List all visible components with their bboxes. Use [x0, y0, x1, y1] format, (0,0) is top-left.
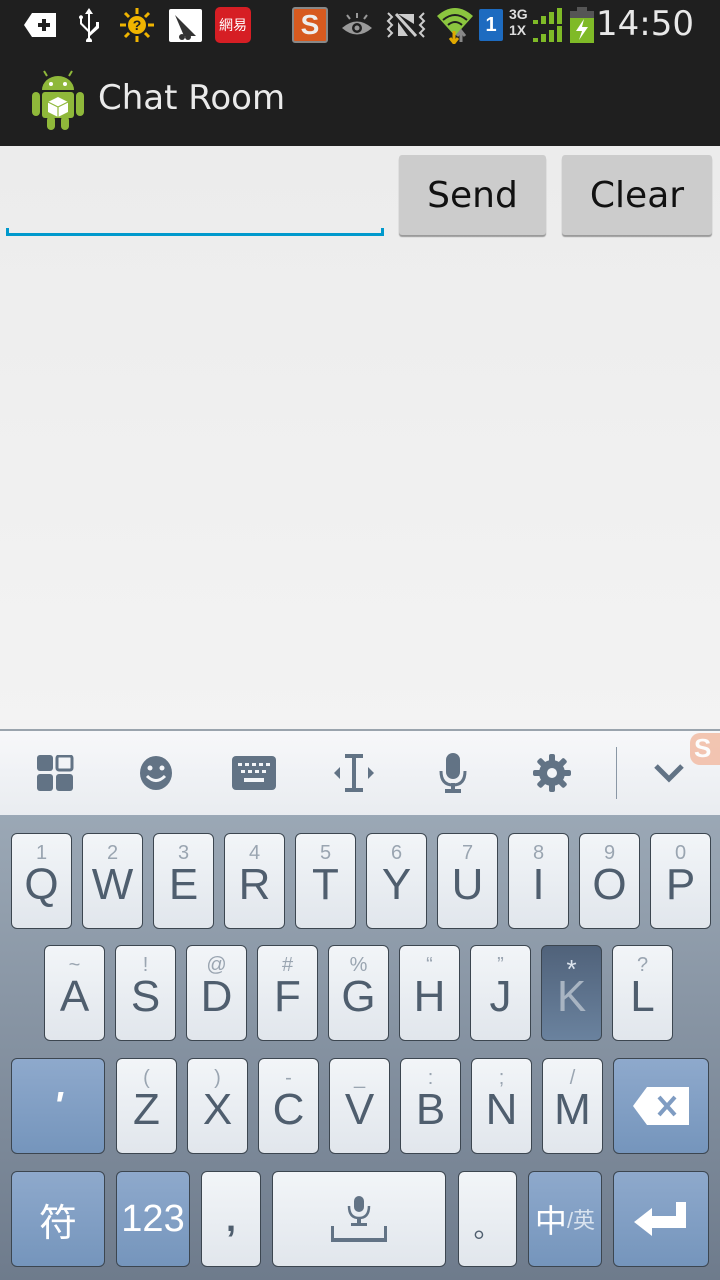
brightness-question-icon: ?: [120, 8, 154, 42]
chat-content: Send Clear: [0, 146, 720, 730]
app-title: Chat Room: [98, 78, 286, 118]
wifi-icon: [437, 8, 473, 44]
clear-button[interactable]: Clear: [562, 155, 712, 235]
symbols-key[interactable]: 符: [11, 1171, 105, 1267]
key-primary-label: S: [130, 972, 161, 1021]
key-q[interactable]: 1Q: [11, 833, 72, 929]
key-primary-label: Q: [24, 860, 59, 909]
key-s[interactable]: ! S: [115, 945, 176, 1041]
key-r[interactable]: 4R: [224, 833, 285, 929]
backspace-icon: [633, 1087, 689, 1125]
android-app-icon: [30, 66, 86, 130]
key-primary-label: U: [451, 860, 484, 909]
key-m[interactable]: / M: [542, 1058, 603, 1154]
battery-charging-icon: [570, 7, 594, 43]
key-y[interactable]: 6Y: [366, 833, 427, 929]
key-primary-label: O: [592, 860, 627, 909]
key-k[interactable]: * K: [541, 945, 602, 1041]
enter-key[interactable]: [613, 1171, 709, 1267]
space-voice-key[interactable]: [272, 1171, 446, 1267]
action-bar: Chat Room: [0, 50, 720, 146]
message-input[interactable]: [8, 156, 384, 236]
key-i[interactable]: 8I: [508, 833, 569, 929]
status-bar: ? 網易 S 1 3G 1X 14:50: [0, 0, 720, 50]
toolbar-divider: [616, 747, 617, 799]
key-z[interactable]: (Z: [116, 1058, 177, 1154]
key-b[interactable]: :B: [400, 1058, 461, 1154]
key-primary-label: B: [415, 1085, 446, 1134]
key-primary-label: E: [168, 860, 199, 909]
space-microphone-icon: [331, 1196, 387, 1242]
key-primary-label: G: [341, 972, 376, 1021]
key-primary-label: I: [532, 860, 545, 909]
settings-gear-icon[interactable]: [528, 751, 576, 795]
signal-3g-1x-icon: 3G 1X: [509, 6, 565, 42]
vibrate-mute-icon: [386, 8, 426, 42]
key-c[interactable]: -C: [258, 1058, 319, 1154]
emoji-icon[interactable]: [132, 751, 180, 795]
sogou-floating-logo: S: [690, 733, 720, 765]
key-primary-label: K: [556, 972, 587, 1021]
key-primary-label: X: [202, 1085, 233, 1134]
key-primary-label: C: [272, 1085, 305, 1134]
key-primary-label: Z: [133, 1085, 160, 1134]
key-primary-label: W: [91, 860, 134, 909]
key-w[interactable]: 2W: [82, 833, 143, 929]
key-d[interactable]: @ D: [186, 945, 247, 1041]
key-a[interactable]: ~ A: [44, 945, 105, 1041]
key-l[interactable]: ? L: [612, 945, 673, 1041]
collapse-chevron-icon[interactable]: [645, 751, 693, 795]
key-primary-label: D: [200, 972, 233, 1021]
key-e[interactable]: 3E: [153, 833, 214, 929]
soft-keyboard: S 1Q2W3E4R5T6Y7U8I9O0P ~ A! S @ D # F% G “H” J * K?…: [0, 729, 720, 1280]
key-primary-label: P: [665, 860, 696, 909]
key-primary-label: A: [59, 972, 90, 1021]
key-v[interactable]: _ V: [329, 1058, 390, 1154]
sogou-input-icon: S: [292, 7, 328, 43]
netease-app-icon: 網易: [215, 7, 251, 43]
keyboard-icon[interactable]: [230, 751, 278, 795]
key-p[interactable]: 0P: [650, 833, 711, 929]
period-key[interactable]: 。: [458, 1171, 517, 1267]
key-j[interactable]: ” J: [470, 945, 531, 1041]
key-primary-label: J: [489, 972, 512, 1021]
comma-key[interactable]: ,: [201, 1171, 261, 1267]
key-g[interactable]: % G: [328, 945, 389, 1041]
svg-text:?: ?: [133, 17, 142, 33]
key-primary-label: V: [344, 1085, 375, 1134]
language-toggle-key[interactable]: 中/英: [528, 1171, 602, 1267]
satellite-dish-app-icon: [169, 8, 202, 42]
key-u[interactable]: 7U: [437, 833, 498, 929]
apps-grid-icon[interactable]: [32, 751, 80, 795]
key-primary-label: H: [413, 972, 446, 1021]
keyboard-toolbar: S: [0, 731, 720, 815]
key-primary-label: M: [554, 1085, 591, 1134]
key-primary-label: F: [274, 972, 301, 1021]
key-primary-label: T: [312, 860, 339, 909]
numbers-key[interactable]: 123: [116, 1171, 190, 1267]
microphone-icon[interactable]: [429, 751, 477, 795]
backspace-key[interactable]: [613, 1058, 709, 1154]
key-h[interactable]: “H: [399, 945, 460, 1041]
key-x[interactable]: ) X: [187, 1058, 248, 1154]
add-notification-icon: [24, 8, 58, 42]
key-n[interactable]: ; N: [471, 1058, 532, 1154]
enter-icon: [634, 1202, 686, 1236]
key-primary-label: L: [630, 972, 655, 1021]
usb-icon: [76, 8, 102, 42]
key-primary-label: R: [238, 860, 271, 909]
key-o[interactable]: 9O: [579, 833, 640, 929]
send-button[interactable]: Send: [399, 155, 546, 235]
cursor-icon[interactable]: [330, 751, 378, 795]
key-primary-label: Y: [381, 860, 412, 909]
apostrophe-key[interactable]: ': [11, 1058, 105, 1154]
status-clock: 14:50: [596, 4, 694, 44]
key-f[interactable]: # F: [257, 945, 318, 1041]
key-t[interactable]: 5T: [295, 833, 356, 929]
eye-icon: [341, 8, 373, 42]
key-primary-label: N: [485, 1085, 518, 1134]
sim-1-icon: 1: [479, 8, 503, 42]
